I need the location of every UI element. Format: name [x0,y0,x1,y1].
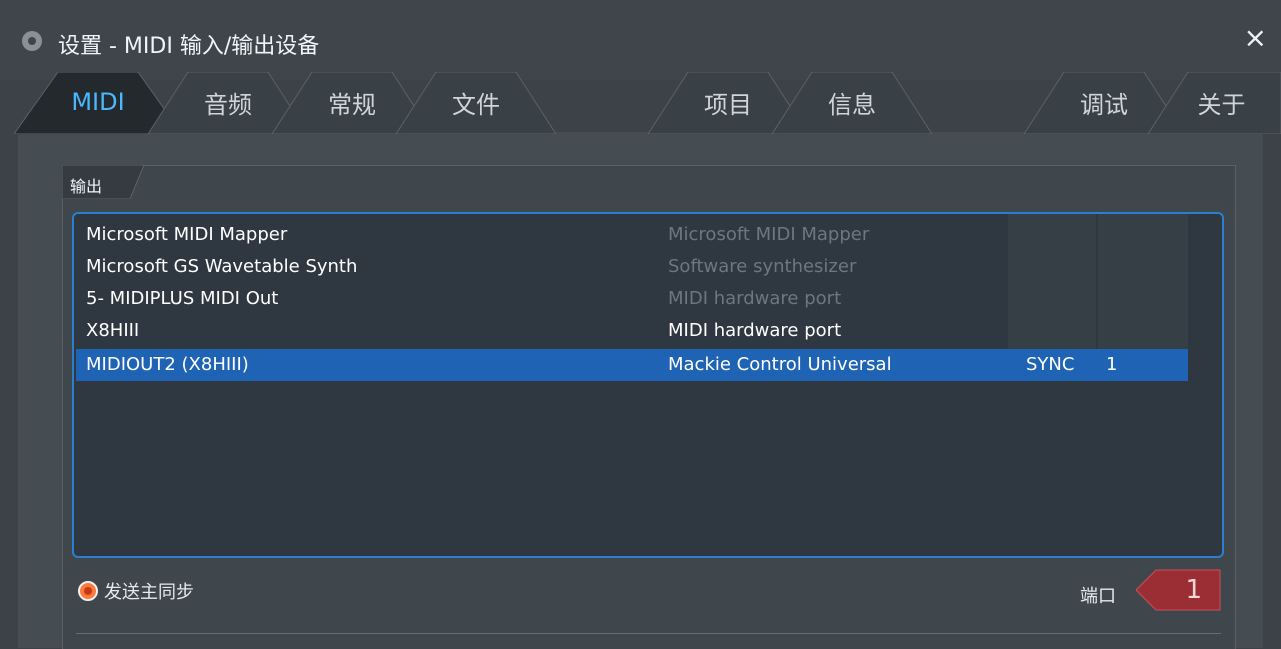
window-title: 设置 - MIDI 输入/输出设备 [58,34,320,59]
port-label: 端口 [1080,586,1116,607]
output-device-list[interactable]: Microsoft MIDI Mapper Microsoft MIDI Map… [72,212,1224,558]
device-name: X8HIII [86,320,140,341]
output-group-label: 输出 [70,177,103,196]
output-group-tab: 输出 [61,164,145,200]
divider [76,633,1221,634]
device-description: Microsoft MIDI Mapper [668,224,870,245]
midi-plug-icon [22,31,42,51]
tab-general-label: 常规 [328,90,376,119]
tab-file-label: 文件 [452,90,500,119]
device-row[interactable]: 5- MIDIPLUS MIDI Out MIDI hardware port [76,283,1188,315]
tab-about-label: 关于 [1197,90,1246,119]
send-master-sync-toggle[interactable]: 发送主同步 [78,578,194,604]
device-description: Software synthesizer [668,256,857,277]
device-name: Microsoft MIDI Mapper [86,224,288,245]
device-name: MIDIOUT2 (X8HIII) [86,354,249,375]
tab-project-label: 项目 [704,90,752,119]
device-name: Microsoft GS Wavetable Synth [86,256,358,277]
send-master-sync-label: 发送主同步 [104,582,194,603]
device-row[interactable]: X8HIII MIDI hardware port [76,315,1188,347]
device-row[interactable]: Microsoft MIDI Mapper Microsoft MIDI Map… [76,219,1188,251]
tab-file[interactable]: 文件 [396,72,556,134]
tab-audio-label: 音频 [204,90,252,119]
title-bar: 设置 - MIDI 输入/输出设备 × [0,0,1281,80]
tab-midi-label: MIDI [71,88,125,116]
device-row-selected[interactable]: MIDIOUT2 (X8HIII) Mackie Control Univers… [76,349,1188,381]
device-name: 5- MIDIPLUS MIDI Out [86,288,279,309]
device-description: MIDI hardware port [668,288,842,309]
send-master-sync-radio[interactable] [78,581,98,601]
device-port: 1 [1106,354,1118,375]
port-value: 1 [1185,575,1202,605]
device-row[interactable]: Microsoft GS Wavetable Synth Software sy… [76,251,1188,283]
port-number-knob[interactable]: 1 [1135,569,1222,611]
device-sync: SYNC [1026,354,1075,375]
tab-info-label: 信息 [828,90,876,119]
tab-about[interactable]: 关于 [1148,72,1281,134]
close-icon[interactable]: × [1244,24,1267,52]
tab-info[interactable]: 信息 [772,72,932,134]
tab-bar: MIDI 音频 常规 文件 项目 信息 调试 关于 [0,72,1281,142]
device-description: MIDI hardware port [668,320,842,341]
device-description: Mackie Control Universal [668,354,892,375]
tab-debug-label: 调试 [1080,90,1128,119]
